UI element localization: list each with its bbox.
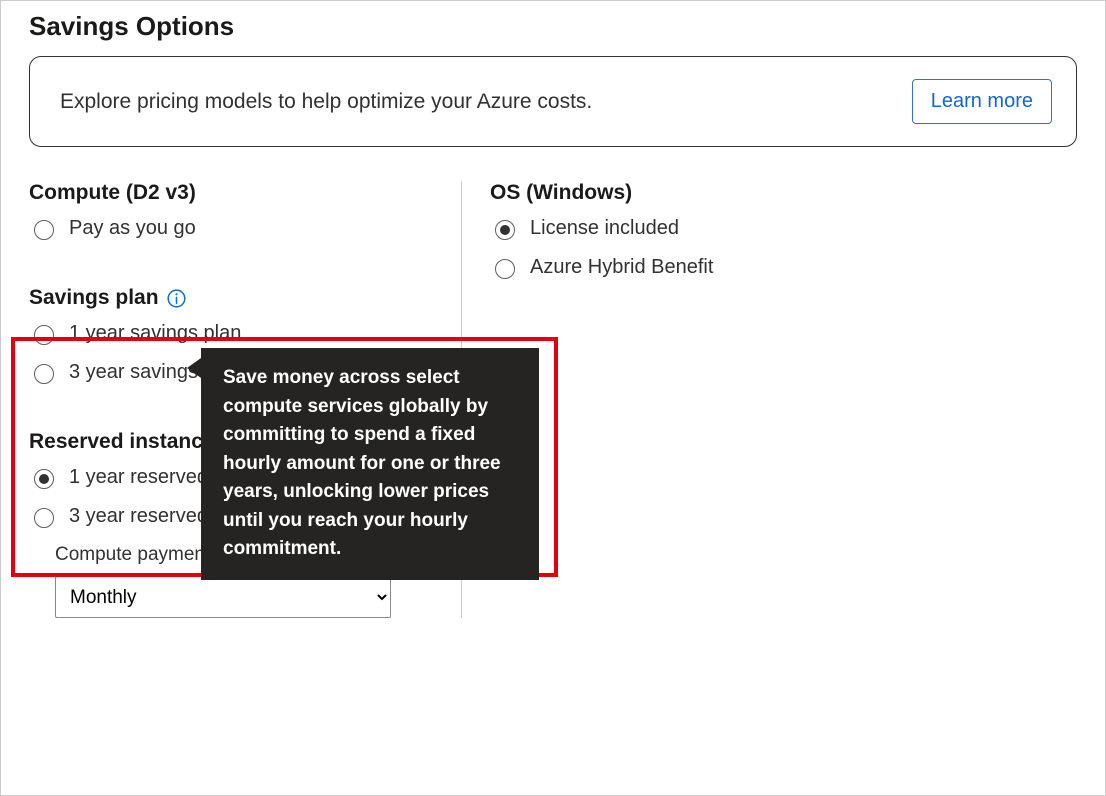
- info-icon[interactable]: [167, 289, 186, 308]
- tooltip-text: Save money across select compute service…: [223, 367, 501, 559]
- savings-plan-tooltip: Save money across select compute service…: [201, 348, 539, 580]
- learn-more-button[interactable]: Learn more: [912, 79, 1052, 124]
- savings-plan-option-1yr-radio[interactable]: [34, 325, 54, 345]
- columns: Compute (D2 v3) Pay as you go Savings pl…: [29, 181, 1077, 618]
- os-option-license-included-radio[interactable]: [495, 220, 515, 240]
- os-option-hybrid-radio[interactable]: [495, 259, 515, 279]
- compute-option-payg[interactable]: Pay as you go: [29, 217, 441, 240]
- compute-option-payg-radio[interactable]: [34, 220, 54, 240]
- savings-plan-option-1yr-label: 1 year savings plan: [69, 322, 441, 345]
- page-title: Savings Options: [29, 11, 1077, 42]
- compute-section: Compute (D2 v3) Pay as you go: [29, 181, 441, 240]
- savings-plan-title: Savings plan: [29, 286, 159, 310]
- os-option-license-included[interactable]: License included: [490, 217, 1077, 240]
- compute-title: Compute (D2 v3): [29, 181, 441, 205]
- reserved-title: Reserved instances: [29, 430, 226, 454]
- savings-plan-option-1yr[interactable]: 1 year savings plan: [29, 322, 441, 345]
- compute-option-payg-label: Pay as you go: [69, 217, 441, 240]
- reserved-option-1yr-radio[interactable]: [34, 469, 54, 489]
- savings-plan-title-row: Savings plan: [29, 286, 441, 310]
- payment-options-select[interactable]: Monthly: [55, 576, 391, 618]
- os-option-hybrid[interactable]: Azure Hybrid Benefit: [490, 256, 1077, 279]
- os-option-license-included-label: License included: [530, 217, 1077, 240]
- savings-plan-option-3yr-radio[interactable]: [34, 364, 54, 384]
- os-section: OS (Windows) License included Azure Hybr…: [490, 181, 1077, 279]
- info-banner: Explore pricing models to help optimize …: [29, 56, 1077, 147]
- column-right: OS (Windows) License included Azure Hybr…: [461, 181, 1077, 618]
- os-title: OS (Windows): [490, 181, 1077, 205]
- banner-text: Explore pricing models to help optimize …: [60, 90, 592, 114]
- reserved-option-3yr-radio[interactable]: [34, 508, 54, 528]
- os-option-hybrid-label: Azure Hybrid Benefit: [530, 256, 1077, 279]
- savings-options-panel: Savings Options Explore pricing models t…: [0, 0, 1106, 796]
